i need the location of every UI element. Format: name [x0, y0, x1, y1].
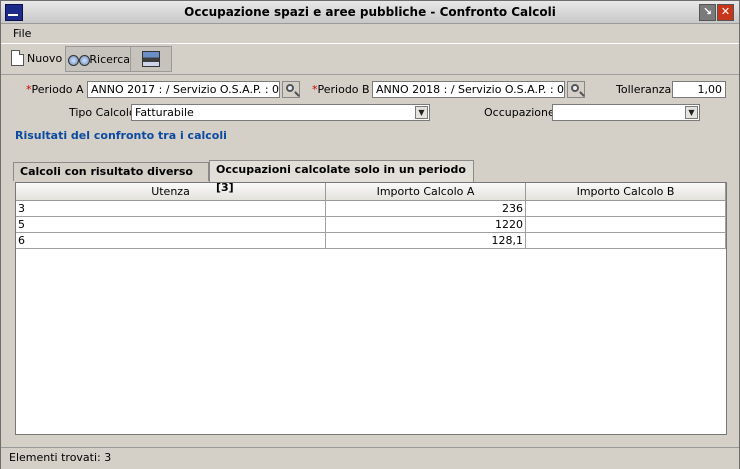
nuovo-label: Nuovo: [27, 51, 63, 65]
table-row[interactable]: 5 1220: [16, 217, 726, 233]
cell-importo-a: 128,1: [326, 233, 526, 249]
toolbar: Nuovo Ricerca: [1, 43, 739, 75]
menu-file[interactable]: File: [13, 27, 31, 40]
cell-utenza: 5: [16, 217, 326, 233]
window-title: Occupazione spazi e aree pubbliche - Con…: [184, 5, 556, 19]
print-button[interactable]: [130, 46, 172, 72]
column-header-importo-b[interactable]: Importo Calcolo B: [526, 183, 726, 201]
tolleranza-field[interactable]: 1,00: [672, 81, 726, 98]
occupazione-select[interactable]: ▼: [552, 104, 700, 121]
tab-occupazioni-un-periodo[interactable]: Occupazioni calcolate solo in un periodo…: [209, 160, 474, 194]
column-header-utenza[interactable]: Utenza: [16, 183, 326, 201]
periodo-a-label: *Periodo A: [26, 83, 84, 96]
cell-utenza: 3: [16, 201, 326, 217]
cell-importo-a: 1220: [326, 217, 526, 233]
chevron-down-icon[interactable]: ▼: [415, 106, 428, 119]
status-bar: Elementi trovati: 3: [1, 447, 739, 469]
cell-importo-b: [526, 201, 726, 217]
chevron-down-icon[interactable]: ▼: [685, 106, 698, 119]
new-document-icon: [11, 50, 24, 66]
periodo-b-label: *Periodo B: [312, 83, 370, 96]
periodo-b-field[interactable]: ANNO 2018 : / Servizio O.S.A.P. : 01/0: [372, 81, 565, 98]
results-title: Risultati del confronto tra i calcoli: [15, 129, 227, 142]
tipo-calcolo-label: Tipo Calcolo: [69, 106, 136, 119]
results-table: Utenza Importo Calcolo A Importo Calcolo…: [15, 182, 727, 435]
table-row[interactable]: 6 128,1: [16, 233, 726, 249]
tab-calcoli-diversi[interactable]: Calcoli con risultato diverso [0]: [13, 162, 209, 196]
close-button[interactable]: ✕: [717, 4, 734, 21]
periodo-a-lookup-button[interactable]: [282, 81, 300, 98]
magnifier-icon: [571, 84, 579, 92]
table-row[interactable]: 3 236: [16, 201, 726, 217]
restore-button[interactable]: ↘: [699, 4, 716, 21]
occupazione-label: Occupazione: [484, 106, 555, 119]
status-text: Elementi trovati: 3: [9, 451, 112, 464]
ricerca-button[interactable]: Ricerca: [65, 46, 131, 72]
menu-bar: File: [1, 24, 739, 42]
magnifier-icon: [286, 84, 294, 92]
periodo-a-field[interactable]: ANNO 2017 : / Servizio O.S.A.P. : 01/0: [87, 81, 280, 98]
binoculars-icon: [68, 53, 91, 66]
ricerca-label: Ricerca: [89, 52, 130, 66]
cell-utenza: 6: [16, 233, 326, 249]
cell-importo-a: 236: [326, 201, 526, 217]
column-header-importo-a[interactable]: Importo Calcolo A: [326, 183, 526, 201]
tipo-calcolo-select[interactable]: Fatturabile ▼: [131, 104, 430, 121]
cell-importo-b: [526, 233, 726, 249]
title-bar[interactable]: Occupazione spazi e aree pubbliche - Con…: [1, 1, 739, 24]
tipo-calcolo-value: Fatturabile: [135, 106, 194, 119]
cell-importo-b: [526, 217, 726, 233]
printer-icon: [142, 51, 160, 67]
tolleranza-label: Tolleranza: [616, 83, 672, 96]
nuovo-button[interactable]: Nuovo: [11, 46, 62, 70]
periodo-b-lookup-button[interactable]: [567, 81, 585, 98]
main-window: Occupazione spazi e aree pubbliche - Con…: [0, 0, 740, 469]
